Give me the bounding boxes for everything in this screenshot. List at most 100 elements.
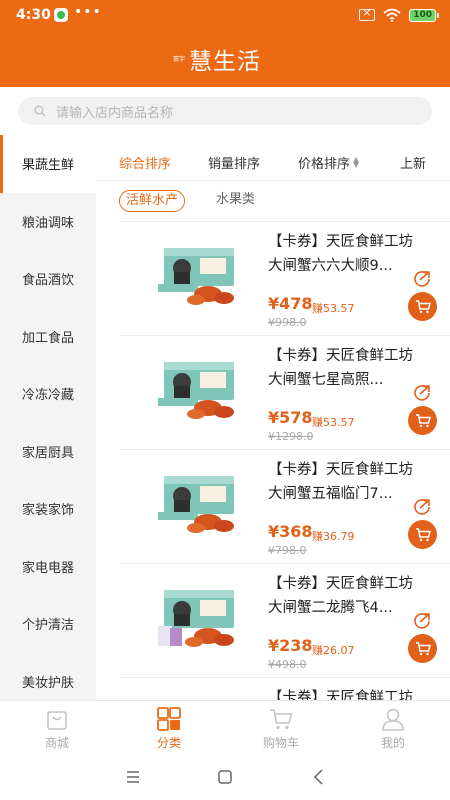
sidebar-item-personal-care[interactable]: 个护清洁 bbox=[0, 595, 96, 653]
app-notification-icon bbox=[54, 8, 68, 22]
bottom-nav: 商城 分类 购物车 我的 bbox=[0, 700, 450, 755]
sidebar-item-food-drinks[interactable]: 食品酒饮 bbox=[0, 250, 96, 308]
product-title: 【卡券】天匠食鲜工坊大闸蟹 bbox=[268, 690, 413, 700]
sort-comprehensive[interactable]: 综合排序 bbox=[119, 153, 171, 172]
cart-icon bbox=[415, 642, 431, 656]
product-image bbox=[158, 476, 234, 533]
sidebar-item-label: 粮油调味 bbox=[21, 215, 74, 231]
share-icon[interactable] bbox=[412, 610, 432, 630]
category-sidebar: 果蔬生鲜 粮油调味 食品酒饮 加工食品 冷冻冷藏 家居厨具 家装家饰 家电电器 … bbox=[0, 135, 96, 700]
product-title: 【卡券】天匠食鲜工坊大闸蟹六六大顺9... bbox=[268, 234, 413, 274]
share-icon[interactable] bbox=[412, 382, 432, 402]
product-image bbox=[158, 590, 234, 647]
sort-sales[interactable]: 销量排序 bbox=[208, 153, 260, 172]
cart-icon bbox=[415, 300, 431, 314]
wifi-icon bbox=[383, 8, 401, 22]
logo-text: 慧生活 bbox=[189, 49, 261, 75]
sidebar-item-appliances[interactable]: 家电电器 bbox=[0, 538, 96, 596]
product-card[interactable]: 【卡券】天匠食鲜工坊大闸蟹五福临门7... ¥368 赚36.79 ¥798.0 bbox=[120, 449, 450, 563]
battery-icon: 100 bbox=[409, 8, 439, 22]
user-icon bbox=[382, 708, 404, 731]
add-to-cart-button[interactable] bbox=[408, 634, 437, 663]
product-card[interactable]: 【卡券】天匠食鲜工坊大闸蟹 bbox=[120, 677, 450, 700]
nav-category[interactable]: 分类 bbox=[129, 706, 209, 751]
product-title: 【卡券】天匠食鲜工坊大闸蟹七星高照... bbox=[268, 348, 413, 388]
product-card[interactable]: 【卡券】天匠食鲜工坊大闸蟹七星高照... ¥578 赚53.57 ¥1298.0 bbox=[120, 335, 450, 449]
product-original-price: ¥798.0 bbox=[268, 544, 307, 557]
sort-price[interactable]: 价格排序 ▲ ▼ bbox=[298, 153, 360, 173]
product-original-price: ¥498.0 bbox=[268, 658, 307, 671]
sidebar-item-label: 美妆护肤 bbox=[21, 675, 74, 691]
search-icon bbox=[34, 105, 46, 117]
sidebar-item-label: 家居厨具 bbox=[21, 445, 74, 461]
cart-icon bbox=[270, 709, 293, 730]
sort-new[interactable]: 上新 bbox=[400, 153, 426, 172]
category-grid-icon bbox=[157, 707, 181, 731]
no-sim-icon bbox=[359, 6, 376, 21]
app-header: 4:30 ••• 100 寰宇 慧生活 bbox=[0, 0, 450, 87]
add-to-cart-button[interactable] bbox=[408, 292, 437, 321]
sort-arrows-icon: ▲ ▼ bbox=[353, 155, 360, 169]
product-image bbox=[158, 362, 234, 419]
status-icons: 100 bbox=[359, 6, 439, 22]
product-earn: 赚36.79 bbox=[312, 530, 355, 543]
add-to-cart-button[interactable] bbox=[408, 406, 437, 435]
subtab-fruits[interactable]: 水果类 bbox=[210, 190, 261, 212]
product-earn: 赚53.57 bbox=[312, 416, 355, 429]
search-placeholder: 请输入店内商品名称 bbox=[56, 105, 174, 121]
sort-price-label: 价格排序 bbox=[298, 157, 351, 172]
product-title: 【卡券】天匠食鲜工坊大闸蟹二龙腾飞4... bbox=[268, 576, 413, 616]
cart-icon bbox=[415, 528, 431, 542]
subtab-live-seafood[interactable]: 活鲜水产 bbox=[119, 190, 186, 212]
sidebar-item-grain-oil[interactable]: 粮油调味 bbox=[0, 193, 96, 251]
sidebar-item-label: 家电电器 bbox=[21, 560, 74, 576]
status-bar: 4:30 ••• 100 bbox=[0, 0, 450, 30]
sidebar-item-fresh[interactable]: 果蔬生鲜 bbox=[0, 135, 96, 193]
nav-mine-label: 我的 bbox=[380, 736, 405, 750]
sidebar-item-processed-food[interactable]: 加工食品 bbox=[0, 308, 96, 366]
product-price: ¥368 bbox=[268, 522, 313, 541]
product-card[interactable]: 【卡券】天匠食鲜工坊大闸蟹二龙腾飞4... ¥238 赚26.07 ¥498.0 bbox=[120, 563, 450, 677]
search-input[interactable]: 请输入店内商品名称 bbox=[18, 97, 432, 125]
nav-category-label: 分类 bbox=[156, 736, 181, 750]
nav-mall-label: 商城 bbox=[44, 736, 69, 750]
sidebar-item-label: 家装家饰 bbox=[21, 503, 74, 519]
add-to-cart-button[interactable] bbox=[408, 520, 437, 549]
sidebar-item-label: 果蔬生鲜 bbox=[21, 158, 74, 174]
nav-mall[interactable]: 商城 bbox=[17, 706, 97, 751]
product-original-price: ¥998.0 bbox=[268, 316, 307, 329]
app-logo: 寰宇 慧生活 bbox=[172, 44, 261, 75]
back-icon[interactable] bbox=[308, 767, 330, 787]
product-earn: 赚26.07 bbox=[312, 644, 355, 657]
sidebar-item-label: 食品酒饮 bbox=[21, 273, 74, 289]
nav-cart[interactable]: 购物车 bbox=[241, 706, 321, 751]
product-card[interactable]: 【卡券】天匠食鲜工坊大闸蟹六六大顺9... ¥478 赚53.57 ¥998.0 bbox=[120, 221, 450, 335]
nav-mine[interactable]: 我的 bbox=[353, 706, 433, 751]
search-bar: 请输入店内商品名称 bbox=[0, 87, 450, 135]
home-icon[interactable] bbox=[214, 767, 236, 787]
logo-mark: 寰宇 bbox=[172, 55, 185, 63]
product-title: 【卡券】天匠食鲜工坊大闸蟹五福临门7... bbox=[268, 462, 413, 502]
system-nav-bar bbox=[0, 755, 450, 800]
shopping-bag-icon bbox=[47, 711, 67, 730]
status-time: 4:30 bbox=[16, 7, 51, 23]
share-icon[interactable] bbox=[412, 496, 432, 516]
product-price: ¥578 bbox=[268, 408, 313, 427]
sidebar-item-kitchenware[interactable]: 家居厨具 bbox=[0, 423, 96, 481]
sort-bar: 综合排序 销量排序 价格排序 ▲ ▼ 上新 bbox=[96, 143, 450, 181]
share-icon[interactable] bbox=[412, 268, 432, 288]
sidebar-item-beauty[interactable]: 美妆护肤 bbox=[0, 653, 96, 701]
screen: 4:30 ••• 100 寰宇 慧生活 bbox=[0, 0, 450, 800]
product-earn: 赚53.57 bbox=[312, 302, 355, 315]
sub-category-tabs: 活鲜水产 水果类 bbox=[96, 181, 450, 221]
product-list: 【卡券】天匠食鲜工坊大闸蟹六六大顺9... ¥478 赚53.57 ¥998.0 bbox=[120, 221, 450, 700]
product-original-price: ¥1298.0 bbox=[268, 430, 314, 443]
sidebar-item-label: 加工食品 bbox=[21, 330, 74, 346]
menu-icon[interactable] bbox=[122, 767, 144, 787]
sidebar-item-home-decor[interactable]: 家装家饰 bbox=[0, 480, 96, 538]
nav-cart-label: 购物车 bbox=[262, 736, 299, 750]
cart-icon bbox=[415, 414, 431, 428]
more-notifications-icon: ••• bbox=[74, 4, 102, 20]
sidebar-item-frozen[interactable]: 冷冻冷藏 bbox=[0, 365, 96, 423]
product-price: ¥238 bbox=[268, 636, 313, 655]
